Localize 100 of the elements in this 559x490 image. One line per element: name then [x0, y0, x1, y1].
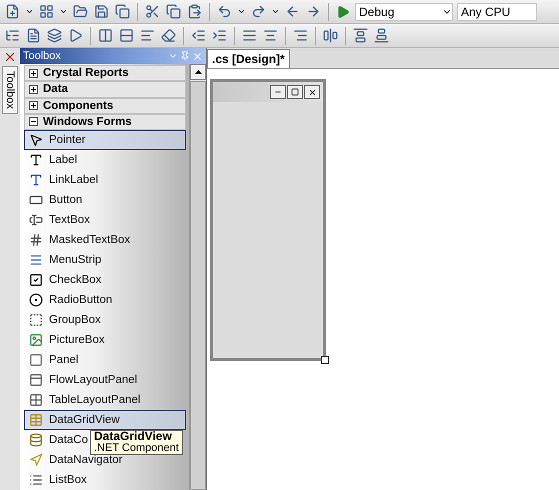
- align-bottom-icon: [374, 28, 389, 43]
- radio-icon: [29, 293, 43, 307]
- platform-dropdown[interactable]: Any CPU: [457, 2, 537, 20]
- platform-value: Any CPU: [461, 4, 510, 18]
- resize-handle[interactable]: [321, 356, 329, 364]
- align-icon: [140, 28, 155, 43]
- toolbox-item[interactable]: Button: [24, 190, 186, 210]
- center-icon: [263, 28, 278, 43]
- undo-icon: [217, 4, 232, 19]
- document-icon: [26, 28, 41, 43]
- image-icon: [29, 333, 43, 347]
- save-icon: [94, 4, 109, 19]
- indent-icon: [212, 28, 227, 43]
- configuration-value: Debug: [359, 4, 394, 18]
- cut-icon: [145, 4, 160, 19]
- configuration-dropdown[interactable]: Debug: [355, 2, 453, 20]
- category-header[interactable]: Data: [24, 81, 186, 98]
- toolbox-item[interactable]: LinkLabel: [24, 170, 186, 190]
- layers-icon: [47, 28, 62, 43]
- scroll-up-button[interactable]: [190, 64, 206, 80]
- toolbox-side-tab[interactable]: Toolbox: [2, 66, 18, 114]
- toolbox-item[interactable]: MenuStrip: [24, 250, 186, 270]
- toolbox-item[interactable]: Label: [24, 150, 186, 170]
- redo-icon: [251, 4, 266, 19]
- checkbox-icon: [29, 273, 43, 287]
- grid-icon: [29, 393, 43, 407]
- spacing-button[interactable]: [322, 26, 339, 46]
- hash-icon: [29, 233, 43, 247]
- letter-icon: [29, 173, 43, 187]
- toolbox-item[interactable]: ListBox: [24, 470, 186, 490]
- copy-icon: [166, 4, 181, 19]
- up-arrow-icon: [194, 70, 202, 74]
- toolbox-item[interactable]: TextBox: [24, 210, 186, 230]
- menu-icon: [29, 253, 43, 267]
- outdent-icon: [191, 28, 206, 43]
- rows-icon: [119, 28, 134, 43]
- layers-button[interactable]: [46, 26, 63, 46]
- navigation-icon: [29, 453, 43, 467]
- tooltip-title: DataGridView: [94, 431, 173, 442]
- back-icon: [285, 4, 300, 19]
- tree-icon: [5, 28, 20, 43]
- category-header[interactable]: Windows Forms: [24, 114, 186, 130]
- toolbox-item[interactable]: TableLayoutPanel: [24, 390, 186, 410]
- text-field-icon: [29, 213, 43, 227]
- spacing-icon: [323, 28, 338, 43]
- database-icon: [29, 433, 43, 447]
- document-button[interactable]: [25, 26, 42, 46]
- table-icon: [29, 413, 43, 427]
- toolbox-title: Toolbox: [23, 50, 61, 62]
- toolbox-item[interactable]: Pointer: [24, 130, 186, 150]
- align-right-icon: [293, 28, 308, 43]
- category-header[interactable]: Crystal Reports: [24, 65, 186, 82]
- plus-box-icon: [29, 84, 38, 94]
- close-button[interactable]: [304, 85, 320, 99]
- toolbox-item[interactable]: FlowLayoutPanel: [24, 370, 186, 390]
- copy-button[interactable]: [165, 2, 182, 22]
- toolbox-item[interactable]: DataGridView: [24, 410, 186, 430]
- maximize-icon: [291, 88, 299, 96]
- toolbox-item[interactable]: GroupBox: [24, 310, 186, 330]
- open-icon: [73, 4, 88, 19]
- align-top-button[interactable]: [352, 26, 369, 46]
- columns-icon: [98, 28, 113, 43]
- align-top-icon: [353, 28, 368, 43]
- toolbox-item[interactable]: PictureBox: [24, 330, 186, 350]
- add-item-icon: [39, 4, 54, 19]
- panel-icon: [29, 373, 43, 387]
- list-icon: [29, 473, 43, 487]
- dashed-square-icon: [29, 313, 43, 327]
- align-bottom-button[interactable]: [373, 26, 390, 46]
- toolbox-item[interactable]: CheckBox: [24, 270, 186, 290]
- dropdown-icon[interactable]: [25, 7, 34, 16]
- toolbox-item[interactable]: Panel: [24, 350, 186, 370]
- paste-button[interactable]: [186, 2, 203, 22]
- document-tab[interactable]: .cs [Design]*: [207, 49, 290, 68]
- toolbox-item[interactable]: MaskedTextBox: [24, 230, 186, 250]
- justify-icon: [242, 28, 257, 43]
- paste-icon: [187, 4, 202, 19]
- new-project-icon: [5, 4, 20, 19]
- save-all-button[interactable]: [114, 2, 131, 22]
- dropdown-icon[interactable]: [59, 7, 68, 16]
- minus-box-icon: [29, 117, 38, 126]
- dropdown-icon[interactable]: [271, 7, 280, 16]
- category-header[interactable]: Components: [24, 98, 186, 114]
- plus-box-icon: [29, 101, 38, 110]
- new-project-button[interactable]: [4, 2, 21, 22]
- square-icon: [29, 353, 43, 367]
- run-icon: [68, 28, 83, 43]
- toolbox-item[interactable]: RadioButton: [24, 290, 186, 310]
- plus-box-icon: [29, 68, 38, 78]
- maximize-button[interactable]: [287, 85, 303, 99]
- minimize-button[interactable]: [270, 85, 286, 99]
- tooltip-subtitle: .NET Component: [94, 442, 179, 454]
- close-icon: [308, 88, 316, 96]
- pointer-icon: [29, 133, 43, 147]
- forward-icon: [306, 4, 321, 19]
- letter-icon: [29, 153, 43, 167]
- button-icon: [29, 193, 43, 207]
- eraser-icon: [161, 28, 176, 43]
- scrollbar-thumb[interactable]: [190, 81, 206, 490]
- dropdown-icon[interactable]: [237, 7, 246, 16]
